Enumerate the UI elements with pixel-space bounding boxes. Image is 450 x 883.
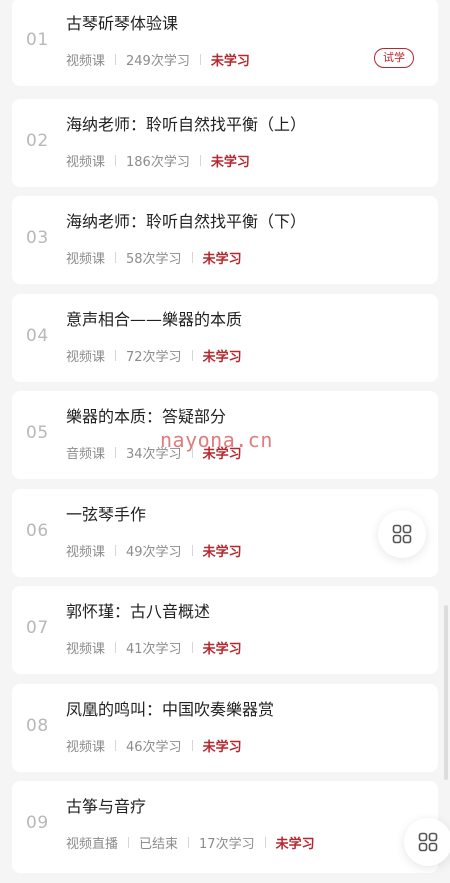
lesson-meta: 视频直播 已结束 17次学习 未学习 bbox=[66, 833, 315, 852]
lesson-type: 视频课 bbox=[66, 155, 106, 170]
lesson-meta: 视频课 58次学习 未学习 bbox=[66, 248, 242, 267]
lesson-type: 视频课 bbox=[66, 252, 106, 267]
lesson-study-count: 58次学习 bbox=[126, 252, 182, 267]
lesson-status: 未学习 bbox=[202, 252, 242, 267]
lesson-title: 海纳老师：聆听自然找平衡（下） bbox=[66, 212, 307, 231]
lesson-title: 古筝与音疗 bbox=[66, 797, 147, 816]
lesson-number: 06 bbox=[26, 521, 49, 541]
lesson-number: 05 bbox=[26, 423, 49, 443]
divider bbox=[191, 252, 193, 263]
divider bbox=[115, 252, 117, 263]
divider bbox=[115, 350, 117, 361]
lesson-item-09[interactable]: 09 古筝与音疗 视频直播 已结束 17次学习 未学习 bbox=[12, 781, 438, 873]
divider bbox=[199, 54, 201, 65]
lesson-title: 一弦琴手作 bbox=[66, 505, 147, 524]
lesson-type: 视频课 bbox=[66, 740, 106, 755]
lesson-meta: 视频课 72次学习 未学习 bbox=[66, 346, 242, 365]
lesson-item-03[interactable]: 03 海纳老师：聆听自然找平衡（下） 视频课 58次学习 未学习 bbox=[12, 196, 438, 284]
lesson-item-02[interactable]: 02 海纳老师：聆听自然找平衡（上） 视频课 186次学习 未学习 bbox=[12, 99, 438, 187]
lesson-title: 樂器的本质：答疑部分 bbox=[66, 407, 227, 426]
lesson-title: 意声相合——樂器的本质 bbox=[66, 310, 243, 329]
lesson-status: 未学习 bbox=[202, 642, 242, 657]
lesson-meta: 视频课 186次学习 未学习 bbox=[66, 151, 250, 170]
lesson-number: 09 bbox=[26, 813, 49, 833]
lesson-type: 视频课 bbox=[66, 545, 106, 560]
lesson-status: 未学习 bbox=[202, 740, 242, 755]
lesson-title: 郭怀瑾：古八音概述 bbox=[66, 602, 211, 621]
lesson-status: 未学习 bbox=[210, 155, 250, 170]
lesson-live-state: 已结束 bbox=[139, 837, 179, 852]
lesson-status: 未学习 bbox=[210, 54, 250, 69]
divider bbox=[188, 837, 190, 848]
lesson-number: 04 bbox=[26, 326, 49, 346]
divider bbox=[264, 837, 266, 848]
trial-badge[interactable]: 试学 bbox=[374, 48, 414, 68]
divider bbox=[115, 155, 117, 166]
divider bbox=[115, 545, 117, 556]
lesson-study-count: 49次学习 bbox=[126, 545, 182, 560]
lesson-type: 视频课 bbox=[66, 642, 106, 657]
lesson-study-count: 249次学习 bbox=[126, 54, 190, 69]
lesson-type: 视频直播 bbox=[66, 837, 119, 852]
lesson-type: 视频课 bbox=[66, 54, 106, 69]
lesson-meta: 视频课 249次学习 未学习 bbox=[66, 50, 250, 69]
divider bbox=[191, 740, 193, 751]
lesson-study-count: 72次学习 bbox=[126, 350, 182, 365]
lesson-title: 古琴斫琴体验课 bbox=[66, 14, 179, 33]
grid-menu-button[interactable] bbox=[378, 510, 426, 558]
lesson-list: 01 古琴斫琴体验课 视频课 249次学习 未学习 试学 02 海纳老师：聆听自… bbox=[0, 0, 450, 883]
lesson-item-01[interactable]: 01 古琴斫琴体验课 视频课 249次学习 未学习 试学 bbox=[12, 0, 438, 86]
lesson-item-07[interactable]: 07 郭怀瑾：古八音概述 视频课 41次学习 未学习 bbox=[12, 586, 438, 674]
divider bbox=[191, 447, 193, 458]
lesson-meta: 音频课 34次学习 未学习 bbox=[66, 443, 242, 462]
lesson-item-08[interactable]: 08 凤凰的鸣叫：中国吹奏樂器赏 视频课 46次学习 未学习 bbox=[12, 684, 438, 772]
divider bbox=[191, 545, 193, 556]
lesson-number: 03 bbox=[26, 228, 49, 248]
lesson-meta: 视频课 46次学习 未学习 bbox=[66, 736, 242, 755]
lesson-study-count: 34次学习 bbox=[126, 447, 182, 462]
lesson-study-count: 17次学习 bbox=[199, 837, 255, 852]
lesson-type: 视频课 bbox=[66, 350, 106, 365]
lesson-study-count: 41次学习 bbox=[126, 642, 182, 657]
lesson-number: 02 bbox=[26, 131, 49, 151]
divider bbox=[115, 54, 117, 65]
lesson-type: 音频课 bbox=[66, 447, 106, 462]
lesson-meta: 视频课 41次学习 未学习 bbox=[66, 638, 242, 657]
divider bbox=[199, 155, 201, 166]
lesson-title: 凤凰的鸣叫：中国吹奏樂器赏 bbox=[66, 700, 275, 719]
lesson-number: 07 bbox=[26, 618, 49, 638]
lesson-status: 未学习 bbox=[275, 837, 315, 852]
divider bbox=[115, 447, 117, 458]
lesson-item-04[interactable]: 04 意声相合——樂器的本质 视频课 72次学习 未学习 bbox=[12, 294, 438, 382]
lesson-status: 未学习 bbox=[202, 545, 242, 560]
lesson-number: 08 bbox=[26, 716, 49, 736]
lesson-item-05[interactable]: 05 樂器的本质：答疑部分 音频课 34次学习 未学习 bbox=[12, 391, 438, 479]
grid-icon bbox=[392, 524, 412, 544]
divider bbox=[115, 740, 117, 751]
divider bbox=[191, 350, 193, 361]
lesson-study-count: 46次学习 bbox=[126, 740, 182, 755]
divider bbox=[191, 642, 193, 653]
lesson-number: 01 bbox=[26, 30, 49, 50]
lesson-item-06[interactable]: 06 一弦琴手作 视频课 49次学习 未学习 bbox=[12, 489, 438, 577]
scrollbar[interactable] bbox=[444, 605, 448, 780]
lesson-title: 海纳老师：聆听自然找平衡（上） bbox=[66, 115, 307, 134]
divider bbox=[128, 837, 130, 848]
grid-icon bbox=[418, 832, 438, 852]
lesson-status: 未学习 bbox=[202, 447, 242, 462]
lesson-status: 未学习 bbox=[202, 350, 242, 365]
lesson-study-count: 186次学习 bbox=[126, 155, 190, 170]
lesson-meta: 视频课 49次学习 未学习 bbox=[66, 541, 242, 560]
grid-menu-button[interactable] bbox=[404, 818, 450, 866]
divider bbox=[115, 642, 117, 653]
